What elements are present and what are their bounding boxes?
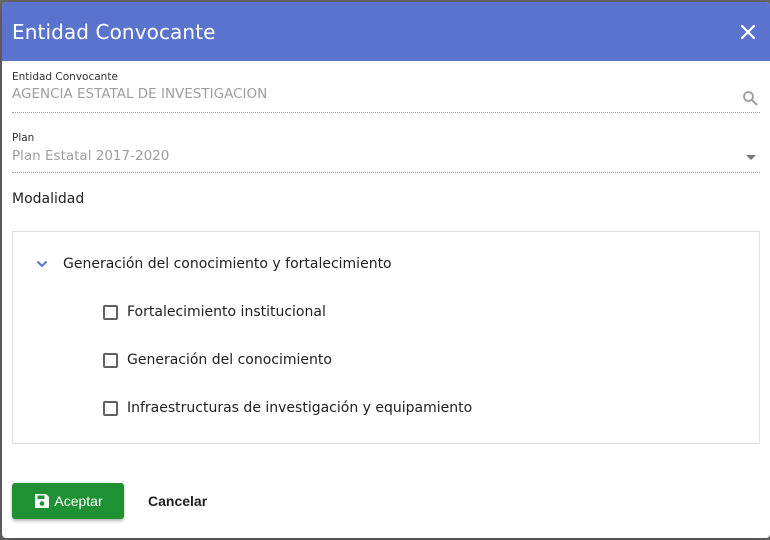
tree-child-generacion[interactable]: Generación del conocimiento bbox=[103, 352, 332, 368]
tree-parent-label: Generación del conocimiento y fortalecim… bbox=[63, 256, 392, 272]
plan-label: Plan bbox=[12, 132, 35, 144]
tree-child-label: Generación del conocimiento bbox=[127, 352, 332, 368]
accept-label: Aceptar bbox=[54, 493, 103, 509]
tree-child-fortalecimiento[interactable]: Fortalecimiento institucional bbox=[103, 304, 326, 320]
entidad-field[interactable]: Entidad Convocante AGENCIA ESTATAL DE IN… bbox=[12, 61, 760, 121]
entidad-underline bbox=[12, 112, 760, 113]
close-button[interactable] bbox=[736, 20, 760, 44]
dialog-content: Entidad Convocante AGENCIA ESTATAL DE IN… bbox=[2, 61, 770, 444]
dialog-title: Entidad Convocante bbox=[12, 19, 216, 44]
search-icon[interactable] bbox=[742, 90, 758, 106]
modalidad-tree: Generación del conocimiento y fortalecim… bbox=[12, 231, 760, 444]
tree-child-label: Fortalecimiento institucional bbox=[127, 304, 326, 320]
modalidad-title: Modalidad bbox=[12, 191, 85, 207]
plan-value: Plan Estatal 2017-2020 bbox=[12, 148, 170, 164]
save-icon bbox=[35, 494, 50, 508]
dropdown-arrow-icon[interactable] bbox=[746, 155, 756, 160]
close-icon bbox=[740, 24, 756, 39]
plan-underline bbox=[12, 172, 760, 173]
checkbox[interactable] bbox=[103, 400, 118, 416]
accept-button[interactable]: Aceptar bbox=[12, 483, 124, 519]
entidad-value: AGENCIA ESTATAL DE INVESTIGACION bbox=[12, 86, 268, 102]
entidad-convocante-dialog: Entidad Convocante Entidad Convocante AG… bbox=[2, 2, 770, 538]
checkbox[interactable] bbox=[103, 304, 118, 320]
checkbox[interactable] bbox=[103, 352, 118, 368]
entidad-label: Entidad Convocante bbox=[12, 71, 118, 83]
cancel-button[interactable]: Cancelar bbox=[148, 485, 207, 517]
tree-child-label: Infraestructuras de investigación y equi… bbox=[127, 400, 473, 416]
tree-node-parent[interactable]: Generación del conocimiento y fortalecim… bbox=[35, 256, 392, 272]
dialog-header: Entidad Convocante bbox=[2, 2, 770, 61]
plan-select[interactable]: Plan Plan Estatal 2017-2020 bbox=[12, 121, 760, 181]
chevron-down-icon[interactable] bbox=[35, 257, 49, 271]
tree-child-infraestructuras[interactable]: Infraestructuras de investigación y equi… bbox=[103, 400, 472, 416]
dialog-footer: Aceptar Cancelar bbox=[12, 483, 207, 519]
